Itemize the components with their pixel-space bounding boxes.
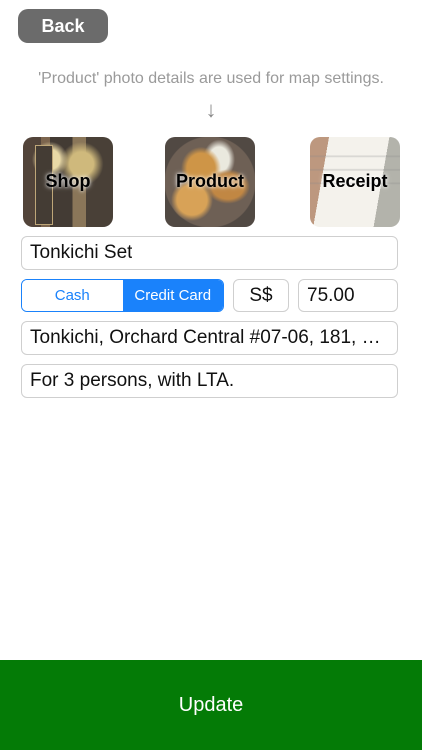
shop-photo[interactable]: Shop	[23, 137, 113, 227]
product-photo[interactable]: Product	[165, 137, 255, 227]
note-field[interactable]: For 3 persons, with LTA.	[21, 364, 398, 398]
update-button[interactable]: Update	[0, 660, 422, 750]
shop-photo-label: Shop	[45, 171, 91, 191]
receipt-photo[interactable]: Receipt	[310, 137, 400, 227]
back-button[interactable]: Back	[18, 9, 108, 43]
payment-cash-segment[interactable]: Cash	[22, 280, 123, 311]
payment-credit-card-segment[interactable]: Credit Card	[122, 280, 223, 311]
item-name-field[interactable]: Tonkichi Set	[21, 236, 398, 270]
address-value: Tonkichi, Orchard Central #07-06, 181, O…	[30, 327, 389, 348]
item-name-value: Tonkichi Set	[30, 242, 133, 263]
down-arrow-icon: ↓	[205, 97, 217, 122]
product-photo-label: Product	[175, 171, 244, 191]
currency-selector[interactable]: S$	[233, 279, 289, 312]
payment-method-segmented-control[interactable]: Cash Credit Card	[21, 279, 224, 312]
amount-value: 75.00	[307, 284, 355, 306]
hint-text: 'Product' photo details are used for map…	[38, 70, 384, 87]
receipt-photo-label: Receipt	[322, 171, 388, 191]
address-field[interactable]: Tonkichi, Orchard Central #07-06, 181, O…	[21, 321, 398, 355]
note-value: For 3 persons, with LTA.	[30, 370, 235, 391]
amount-field[interactable]: 75.00	[298, 279, 398, 312]
